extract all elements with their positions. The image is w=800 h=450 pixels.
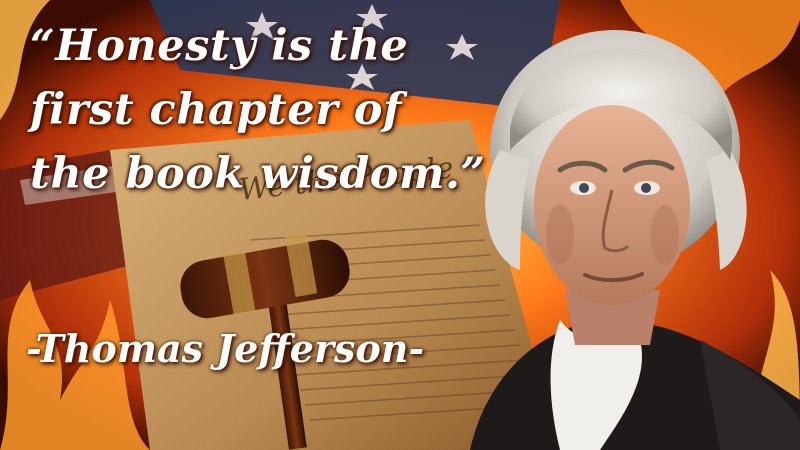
quote-poster: We the People “Honesty is the first chap…	[0, 0, 800, 450]
quote-attribution: -Thomas Jefferson-	[26, 326, 425, 371]
quote-line: first chapter of	[30, 85, 402, 135]
quote-text: “Honesty is the first chapter of the boo…	[30, 14, 486, 206]
quote-line: the book wisdom.”	[30, 149, 486, 199]
quote-line: “Honesty is the	[30, 21, 409, 71]
